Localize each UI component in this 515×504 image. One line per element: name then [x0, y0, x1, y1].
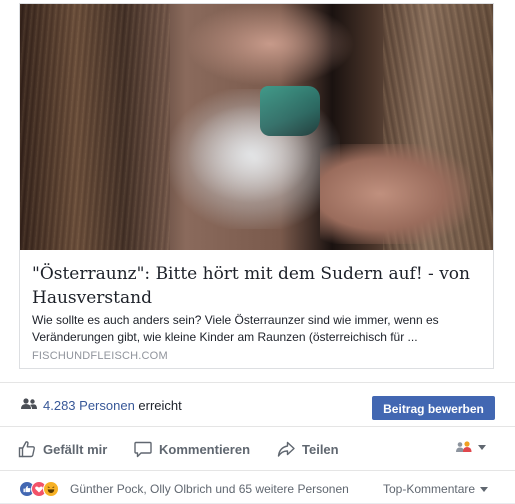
audience-selector[interactable]: [455, 441, 486, 453]
comment-sort-label: Top-Kommentare: [383, 482, 476, 496]
haha-reaction-icon: [43, 481, 59, 497]
preview-description: Wie sollte es auch anders sein? Viele Ös…: [32, 313, 439, 344]
share-arrow-icon: [277, 441, 295, 457]
like-label: Gefällt mir: [43, 441, 108, 457]
promote-post-button[interactable]: Beitrag bewerben: [372, 396, 495, 420]
reactions-summary: Günther Pock, Olly Olbrich und 65 weiter…: [0, 470, 515, 504]
preview-image[interactable]: [20, 4, 493, 250]
facebook-post-card: "Österraunz": Bitte hört mit dem Sudern …: [0, 0, 515, 503]
preview-title[interactable]: "Österraunz": Bitte hört mit dem Sudern …: [32, 262, 482, 310]
comment-button[interactable]: Kommentieren: [134, 439, 250, 459]
action-bar: Gefällt mir Kommentieren Teilen: [0, 426, 515, 471]
reaction-icons[interactable]: [19, 481, 71, 497]
reach-count-link[interactable]: 4.283 Personen: [43, 398, 135, 413]
chevron-down-icon: [480, 486, 489, 492]
comment-label: Kommentieren: [159, 441, 251, 457]
like-button[interactable]: Gefällt mir: [18, 439, 107, 459]
comment-sort-dropdown[interactable]: Top-Kommentare: [383, 482, 489, 496]
friends-audience-icon: [456, 441, 472, 452]
thumbs-up-icon: [18, 441, 35, 458]
reach-suffix: erreicht: [138, 398, 182, 413]
speech-bubble-icon: [134, 441, 152, 458]
chevron-down-icon: [478, 444, 486, 450]
reach-row: 4.283 Personen erreicht Beitrag bewerben: [0, 382, 515, 427]
share-button[interactable]: Teilen: [277, 439, 339, 459]
reactors-text[interactable]: Günther Pock, Olly Olbrich und 65 weiter…: [70, 482, 349, 496]
preview-domain: FISCHUNDFLEISCH.COM: [32, 350, 168, 362]
link-preview[interactable]: "Österraunz": Bitte hört mit dem Sudern …: [19, 3, 494, 369]
reach-text: 4.283 Personen erreicht: [43, 398, 182, 413]
share-label: Teilen: [302, 441, 339, 457]
people-icon: [21, 398, 37, 409]
